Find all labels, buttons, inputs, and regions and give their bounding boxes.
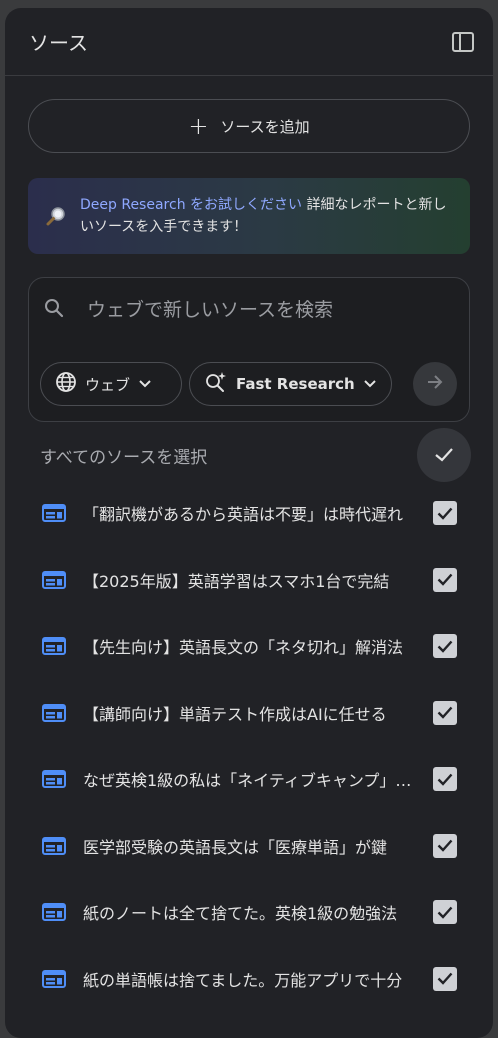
web-search-box: ウェブ Fast Research — [28, 277, 470, 422]
source-checkbox[interactable] — [433, 501, 457, 526]
source-item[interactable]: 【2025年版】英語学習はスマホ1台で完結 — [5, 547, 493, 614]
magnifier-icon — [42, 205, 70, 227]
select-all-checkbox[interactable] — [417, 428, 471, 482]
search-options: ウェブ Fast Research — [40, 361, 457, 407]
research-mode-dropdown[interactable]: Fast Research — [189, 362, 392, 406]
source-checkbox[interactable] — [433, 900, 457, 925]
source-item[interactable]: 医学部受験の英語長文は「医療単語」が鍵 — [5, 813, 493, 880]
globe-icon — [55, 371, 77, 397]
chevron-down-icon — [138, 375, 152, 393]
select-all-label: すべてのソースを選択 — [40, 447, 208, 468]
side-panel-icon[interactable] — [449, 28, 477, 56]
source-item[interactable]: 紙のノートは全て捨てた。英検1級の勉強法 — [5, 879, 493, 946]
search-row — [43, 296, 455, 324]
source-title: 【2025年版】英語学習はスマホ1台で完結 — [83, 571, 390, 591]
promo-text: Deep Research をお試しください 詳細なレポートと新しいソースを入手… — [80, 194, 456, 238]
source-item[interactable]: 「翻訳機があるから英語は不要」は時代遅れ — [5, 480, 493, 547]
web-page-icon — [42, 504, 66, 523]
panel-title: ソース — [29, 31, 88, 55]
web-page-icon — [42, 903, 66, 922]
source-checkbox[interactable] — [433, 634, 457, 659]
deep-research-promo[interactable]: Deep Research をお試しください 詳細なレポートと新しいソースを入手… — [28, 178, 470, 254]
web-page-icon — [42, 836, 66, 855]
source-title: 【先生向け】英語長文の「ネタ切れ」解消法 — [83, 638, 404, 658]
source-item[interactable]: 紙の単語帳は捨てました。万能アプリで十分 — [5, 946, 493, 1013]
sparkle-search-icon — [204, 371, 228, 397]
add-source-button[interactable]: + ソースを追加 — [28, 99, 470, 153]
source-item[interactable]: 【講師向け】単語テスト作成はAIに任せる — [5, 680, 493, 747]
web-page-icon — [42, 703, 66, 722]
source-list: 「翻訳機があるから英語は不要」は時代遅れ 【2025年版】英語学習はスマホ1台で完… — [5, 480, 493, 1012]
web-page-icon — [42, 637, 66, 656]
web-chip-label: ウェブ — [85, 375, 131, 394]
sources-panel: ソース + ソースを追加 Deep Research をお試しください 詳細なレ… — [5, 8, 493, 1038]
plus-icon: + — [188, 112, 209, 140]
source-checkbox[interactable] — [433, 833, 457, 858]
search-input[interactable] — [87, 299, 427, 321]
source-checkbox[interactable] — [433, 966, 457, 991]
source-checkbox[interactable] — [433, 700, 457, 725]
source-title: 【講師向け】単語テスト作成はAIに任せる — [83, 704, 387, 724]
arrow-right-icon — [425, 372, 445, 396]
chevron-down-icon — [363, 375, 377, 393]
web-source-dropdown[interactable]: ウェブ — [40, 362, 182, 406]
source-title: なぜ英検1級の私は「ネイティブキャンプ」を選ぶのか — [83, 771, 413, 791]
web-page-icon — [42, 770, 66, 789]
source-item[interactable]: なぜ英検1級の私は「ネイティブキャンプ」を選ぶのか — [5, 746, 493, 813]
source-title: 「翻訳機があるから英語は不要」は時代遅れ — [83, 505, 404, 525]
web-page-icon — [42, 570, 66, 589]
web-page-icon — [42, 969, 66, 988]
source-item[interactable]: 【先生向け】英語長文の「ネタ切れ」解消法 — [5, 613, 493, 680]
source-checkbox[interactable] — [433, 567, 457, 592]
panel-header: ソース — [5, 8, 493, 76]
select-all-row: すべてのソースを選択 — [40, 428, 471, 482]
source-title: 紙の単語帳は捨てました。万能アプリで十分 — [83, 970, 403, 990]
source-title: 紙のノートは全て捨てた。英検1級の勉強法 — [83, 904, 398, 924]
add-source-label: ソースを追加 — [220, 117, 310, 136]
source-checkbox[interactable] — [433, 767, 457, 792]
search-icon — [43, 297, 65, 323]
deep-research-link[interactable]: Deep Research をお試しください — [80, 197, 302, 213]
fast-research-label: Fast Research — [236, 375, 355, 393]
submit-search-button[interactable] — [413, 362, 457, 406]
source-title: 医学部受験の英語長文は「医療単語」が鍵 — [83, 837, 388, 857]
